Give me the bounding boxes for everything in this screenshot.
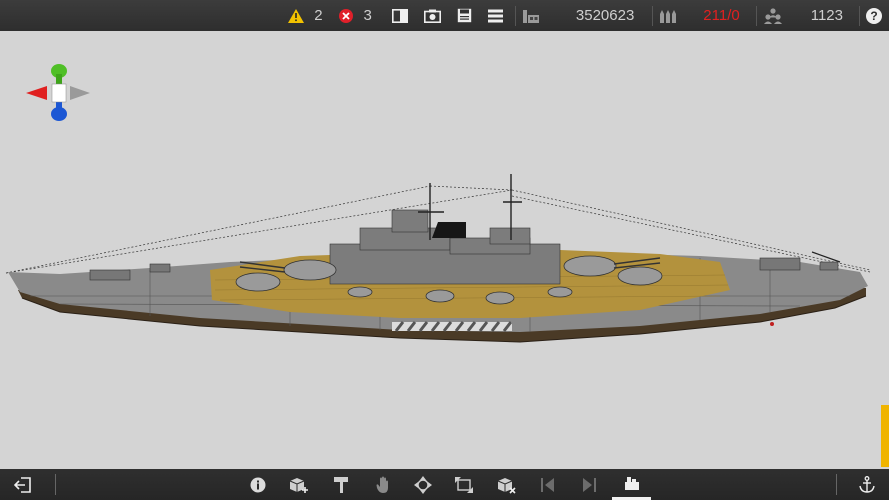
cost-icon [522, 9, 539, 23]
components-button[interactable] [612, 469, 651, 500]
menu-button[interactable] [487, 0, 503, 31]
components-icon [624, 477, 639, 490]
screenshot-button[interactable] [423, 0, 441, 31]
warning-icon [288, 8, 305, 23]
paint-roller-icon [334, 476, 348, 493]
resize-icon [455, 476, 473, 493]
turret-a [283, 259, 337, 281]
add-part-icon [289, 477, 308, 493]
exit-icon [14, 476, 31, 493]
divider [859, 5, 860, 26]
paint-button[interactable] [324, 469, 358, 500]
divider [514, 5, 516, 26]
neg-x-axis-arrow [70, 86, 90, 100]
turret-c [563, 255, 617, 277]
crew-icon [763, 7, 782, 24]
warnings-count: 2 [314, 7, 323, 24]
bottom-toolbar [0, 469, 889, 500]
error-icon [338, 8, 353, 23]
exit-button[interactable] [6, 469, 40, 500]
ship-model[interactable] [0, 170, 889, 360]
menu-icon [487, 9, 503, 22]
cost-value: 3520623 [575, 7, 635, 24]
top-toolbar-right: 2 3 3520623 211/0 1123 ? [288, 0, 889, 31]
camera-icon [423, 9, 441, 23]
crew-value: 1123 [810, 7, 843, 24]
divider [755, 5, 757, 26]
divider [55, 474, 56, 495]
cost-indicator[interactable]: 3520623 [522, 0, 634, 31]
save-button[interactable] [457, 0, 472, 31]
side-panel-tab[interactable] [881, 405, 889, 467]
help-button[interactable]: ? [866, 0, 882, 31]
hand-icon [376, 476, 388, 493]
divider [652, 5, 654, 26]
move-icon [414, 475, 432, 494]
ammo-indicator[interactable]: 211/0 [659, 0, 740, 31]
warnings-indicator[interactable]: 2 [288, 0, 323, 31]
crew-indicator[interactable]: 1123 [763, 0, 843, 31]
previous-button[interactable] [531, 469, 565, 500]
turret-d [617, 266, 663, 286]
x-axis-arrow [26, 86, 47, 100]
delete-part-button[interactable] [489, 469, 523, 500]
resize-button[interactable] [447, 469, 481, 500]
anchor-icon [859, 475, 875, 493]
info-button[interactable] [241, 469, 275, 500]
step-back-icon [541, 477, 554, 492]
errors-count: 3 [363, 7, 372, 24]
divider [836, 474, 837, 495]
split-view-button[interactable] [391, 0, 408, 31]
save-icon [457, 8, 472, 23]
ammo-value: 211/0 [703, 7, 740, 24]
errors-indicator[interactable]: 3 [338, 0, 372, 31]
split-view-icon [391, 8, 408, 23]
orientation-gizmo[interactable] [26, 62, 92, 122]
step-forward-icon [583, 477, 596, 492]
move-button[interactable] [406, 469, 440, 500]
hand-tool-button[interactable] [366, 469, 400, 500]
top-toolbar: 2 3 3520623 211/0 1123 ? [0, 0, 889, 31]
hazard-stripe [392, 321, 513, 332]
next-button[interactable] [572, 469, 606, 500]
help-icon: ? [866, 7, 882, 24]
add-part-button[interactable] [281, 469, 315, 500]
anchor-button[interactable] [850, 469, 884, 500]
info-icon [250, 477, 266, 492]
turret-b [235, 272, 281, 292]
help-label: ? [870, 8, 878, 23]
delete-part-icon [497, 477, 516, 494]
ammo-icon [660, 9, 677, 23]
